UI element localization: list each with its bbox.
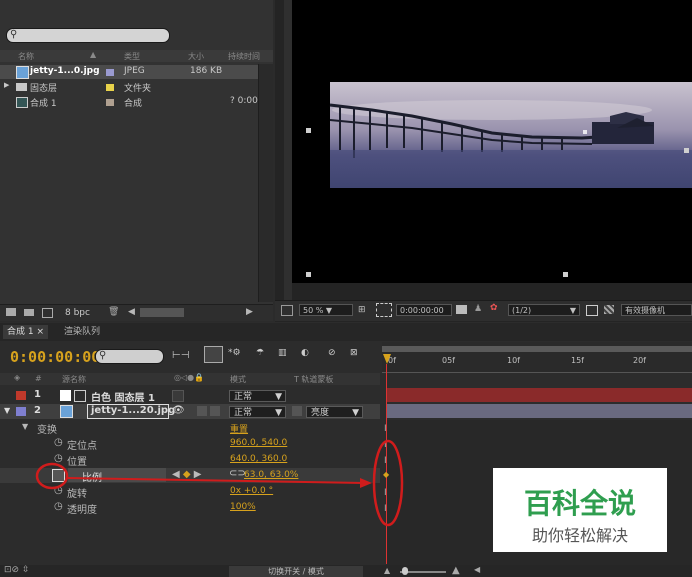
zoom-in-icon[interactable]: ▲ [452, 565, 460, 576]
scroll-left-icon[interactable]: ◀ [474, 565, 480, 574]
watermark-title: 百科全说 [523, 487, 636, 520]
watermark-subtitle: 助你轻松解决 [531, 526, 628, 545]
footer-toggle-icons[interactable]: ⊡⊘ ⇳ [4, 565, 29, 575]
toggle-label: 切换开关 / 模式 [268, 567, 324, 576]
zoom-out-icon[interactable]: ▲ [384, 566, 390, 575]
toggle-switches-modes-button[interactable]: 切换开关 / 模式 [229, 566, 363, 577]
zoom-slider-handle[interactable] [402, 567, 408, 575]
watermark-logo: 百科全说 助你轻松解决 [493, 468, 667, 552]
